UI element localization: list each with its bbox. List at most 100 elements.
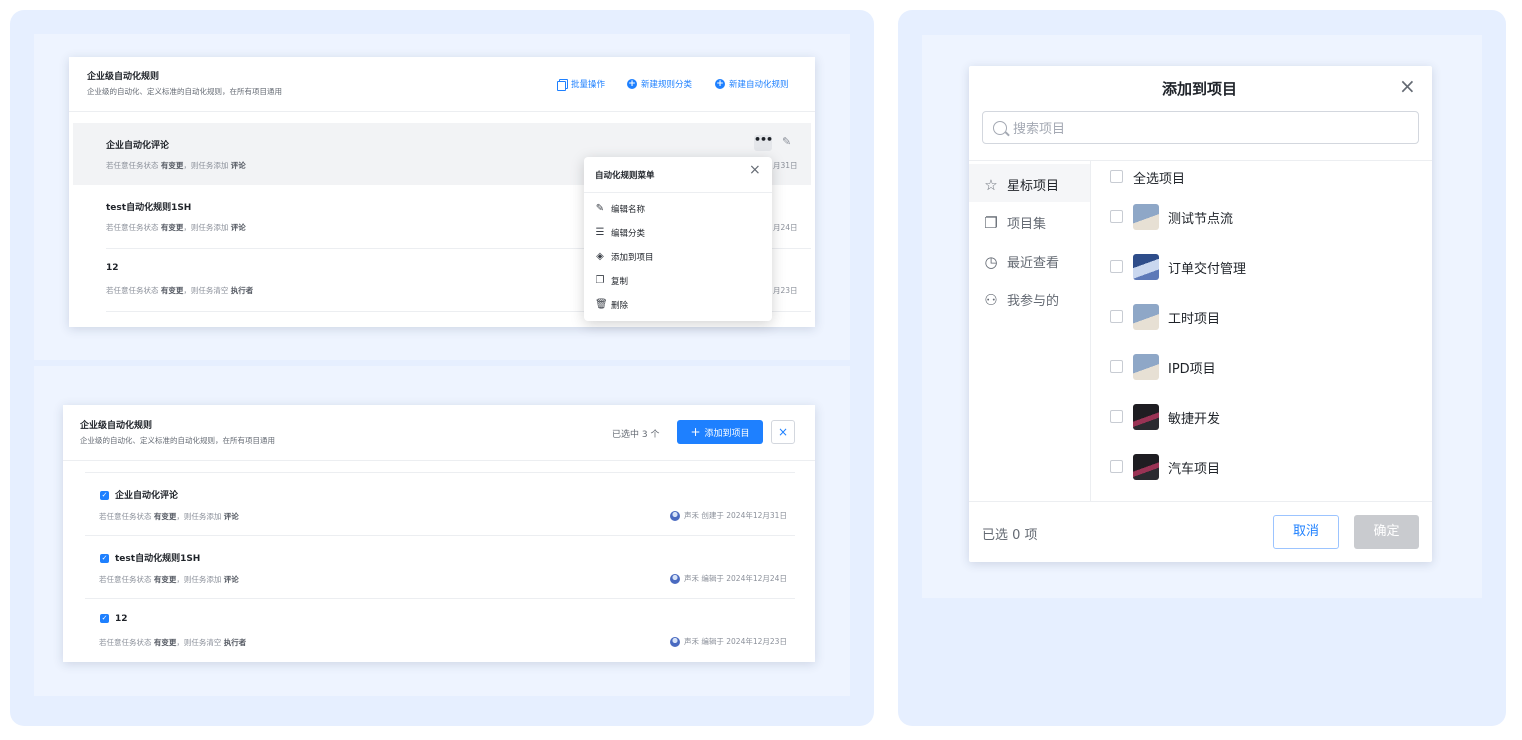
plus-icon: + (690, 425, 701, 439)
project-thumbnail (1133, 404, 1159, 430)
collection-icon: ❐ (984, 213, 998, 232)
menu-item-add-to-project[interactable]: ◈ 添加到项目 (595, 251, 653, 264)
checkbox-checked[interactable]: ✓ (100, 614, 109, 623)
copy-icon (557, 79, 568, 91)
cancel-button[interactable]: 取消 (1273, 515, 1339, 549)
rule-meta: 声禾 创建于 2024年12月31日 (670, 510, 787, 521)
rule-meta: 声禾 编辑于 2024年12月23日 (670, 636, 787, 647)
close-icon[interactable]: × (1399, 74, 1416, 98)
rule-description: 若任意任务状态 有变更，则任务添加 评论 (99, 512, 239, 521)
sidebar-divider (1090, 160, 1091, 501)
project-thumbnail (1133, 254, 1159, 280)
project-checkbox[interactable] (1110, 310, 1123, 323)
project-thumbnail (1133, 204, 1159, 230)
sidebar-item-starred[interactable]: ☆ 星标项目 (983, 175, 1059, 195)
rule-context-menu: 自动化规则菜单 × ✎ 编辑名称 ☰ 编辑分类 ◈ 添加到项目 ❐ 复制 🗑 删除 (584, 157, 772, 321)
sidebar-item-collections[interactable]: ❐ 项目集 (983, 213, 1046, 233)
select-all-label: 全选项目 (1133, 172, 1186, 187)
star-icon: ☆ (984, 175, 998, 194)
edit-doc-icon: ✎ (595, 203, 605, 214)
rule-name: ✓ 企业自动化评论 (100, 491, 179, 501)
page-subtitle: 企业级的自动化、定义标准的自动化规则，在所有项目通用 (80, 436, 275, 445)
user-icon: ⚇ (984, 290, 998, 309)
checkbox-checked[interactable]: ✓ (100, 491, 109, 500)
project-thumbnail (1133, 304, 1159, 330)
avatar (670, 637, 680, 647)
project-name: IPD项目 (1168, 362, 1216, 377)
menu-item-copy[interactable]: ❐ 复制 (595, 275, 629, 288)
search-icon (993, 120, 1007, 135)
rule-name: 企业自动化评论 (106, 141, 170, 151)
rule-description: 若任意任务状态 有变更，则任务清空 执行者 (99, 638, 247, 647)
close-icon: × (777, 425, 789, 439)
page-subtitle: 企业级的自动化、定义标准的自动化规则，在所有项目通用 (87, 87, 282, 96)
project-checkbox[interactable] (1110, 460, 1123, 473)
search-input[interactable]: 搜索项目 (982, 111, 1419, 144)
selected-count: 已选 0 项 (982, 528, 1038, 543)
new-category-button[interactable]: + 新建规则分类 (627, 78, 692, 90)
clock-icon: ◷ (984, 252, 998, 271)
select-all-checkbox[interactable] (1110, 170, 1123, 183)
checkbox-checked[interactable]: ✓ (100, 554, 109, 563)
rule-name: test自动化规则1SH (106, 203, 192, 213)
rule-name: ✓ test自动化规则1SH (100, 554, 201, 564)
header-divider (63, 460, 815, 461)
header-divider (69, 111, 815, 112)
sidebar-item-participated[interactable]: ⚇ 我参与的 (983, 290, 1059, 310)
selected-count: 已选中 3 个 (612, 430, 660, 440)
search-divider (969, 160, 1432, 161)
add-to-project-dialog: 添加到项目 × 搜索项目 ☆ 星标项目 ❐ 项目集 ◷ 最近查看 ⚇ 我参与的 全选项目… (969, 66, 1432, 562)
new-rule-button[interactable]: + 新建自动化规则 (715, 78, 789, 90)
project-thumbnail (1133, 354, 1159, 380)
menu-item-edit-name[interactable]: ✎ 编辑名称 (595, 203, 645, 216)
rule-date: 月31日 (773, 161, 798, 170)
project-name: 敏捷开发 (1168, 412, 1221, 427)
project-name: 工时项目 (1168, 312, 1221, 327)
list-icon: ☰ (595, 227, 605, 238)
rule-description: 若任意任务状态 有变更，则任务清空 执行者 (106, 286, 254, 295)
project-thumbnail (1133, 454, 1159, 480)
add-to-project-button[interactable]: + 添加到项目 (677, 420, 763, 444)
rule-description: 若任意任务状态 有变更，则任务添加 评论 (106, 161, 246, 170)
sidebar-item-recent[interactable]: ◷ 最近查看 (983, 252, 1059, 272)
pencil-icon[interactable]: ✎ (782, 135, 791, 148)
table-row[interactable]: ✓ 企业自动化评论 若任意任务状态 有变更，则任务添加 评论 声禾 创建于 202… (85, 473, 795, 535)
menu-item-edit-category[interactable]: ☰ 编辑分类 (595, 227, 646, 240)
avatar (670, 511, 680, 521)
trash-icon: 🗑 (595, 299, 608, 310)
table-row[interactable]: ✓ test自动化规则1SH 若任意任务状态 有变更，则任务添加 评论 声禾 编辑… (85, 536, 795, 598)
rule-date: 月24日 (773, 223, 798, 232)
batch-operation-button[interactable]: 批量操作 (557, 78, 605, 91)
close-batch-button[interactable]: × (771, 420, 795, 444)
project-checkbox[interactable] (1110, 260, 1123, 273)
plus-circle-icon: + (715, 79, 725, 89)
rule-description: 若任意任务状态 有变更，则任务添加 评论 (99, 575, 239, 584)
menu-divider (584, 192, 772, 193)
project-name: 订单交付管理 (1168, 262, 1247, 277)
rule-date: 月23日 (773, 286, 798, 295)
rule-name: 12 (106, 263, 119, 273)
copy-icon: ❐ (595, 275, 605, 286)
page-title: 企业级自动化规则 (87, 72, 160, 82)
rule-description: 若任意任务状态 有变更，则任务添加 评论 (106, 223, 246, 232)
project-checkbox[interactable] (1110, 410, 1123, 423)
plus-circle-icon: + (627, 79, 637, 89)
more-options-button[interactable]: ••• (754, 134, 773, 151)
project-checkbox[interactable] (1110, 360, 1123, 373)
rule-meta: 声禾 编辑于 2024年12月24日 (670, 573, 787, 584)
page-title: 企业级自动化规则 (80, 421, 153, 431)
menu-item-delete[interactable]: 🗑 删除 (595, 299, 628, 312)
close-icon[interactable]: × (749, 162, 761, 178)
table-row[interactable]: ✓ 12 若任意任务状态 有变更，则任务清空 执行者 声禾 编辑于 2024年12… (85, 599, 795, 661)
rule-name: ✓ 12 (100, 614, 128, 624)
project-checkbox[interactable] (1110, 210, 1123, 223)
batch-rules-card: 企业级自动化规则 企业级的自动化、定义标准的自动化规则，在所有项目通用 已选中 … (63, 405, 815, 662)
project-name: 汽车项目 (1168, 462, 1221, 477)
confirm-button[interactable]: 确定 (1354, 515, 1419, 549)
dialog-title: 添加到项目 (1162, 80, 1238, 98)
project-name: 测试节点流 (1168, 212, 1234, 227)
avatar (670, 574, 680, 584)
menu-title: 自动化规则菜单 (595, 171, 655, 181)
footer-divider (969, 501, 1432, 502)
layers-icon: ◈ (596, 251, 604, 262)
